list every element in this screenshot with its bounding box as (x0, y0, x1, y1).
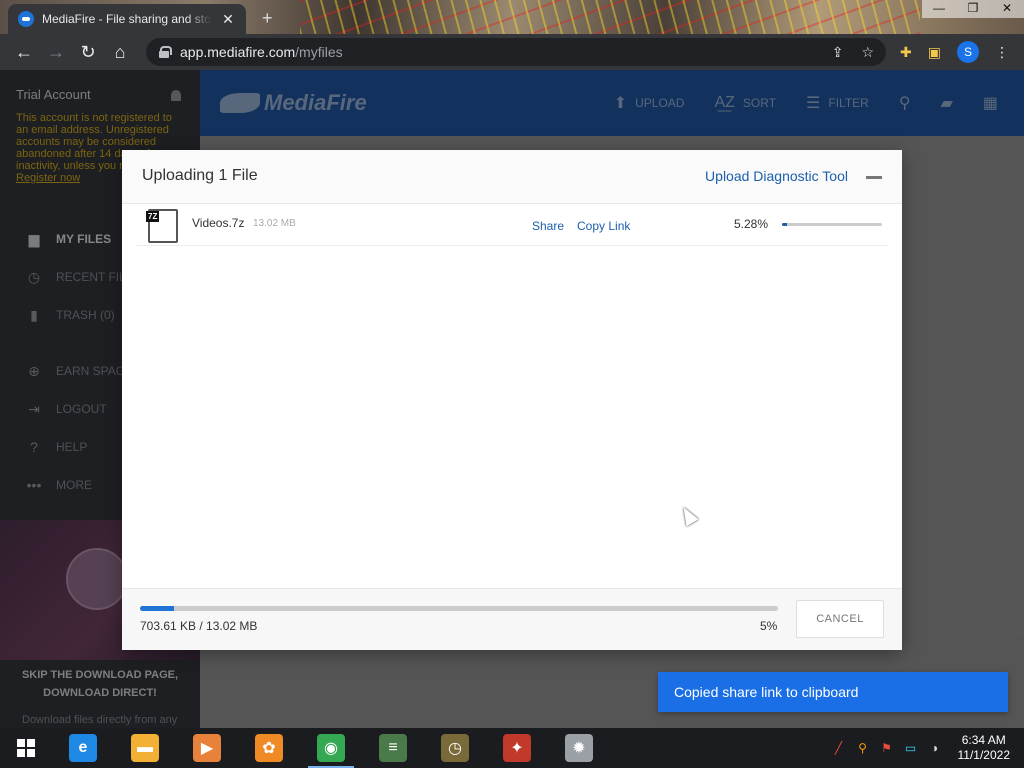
windows-taskbar: e ▬ ▶ ✿ ◉ ≡ ◷ ✦ ✹ ╱ ⚲ ⚑ ▭ ◑ 6:34 AM 11/1/2022 (0, 728, 1024, 768)
tab-title: MediaFire - File sharing and storage (42, 12, 212, 26)
taskbar-app-clock-app[interactable]: ◷ (424, 728, 486, 768)
archive-file-icon: 7Z (146, 209, 178, 243)
browser-tab[interactable]: MediaFire - File sharing and storage ✕ (8, 4, 246, 34)
file-progress-percent: 5.28% (734, 217, 769, 231)
monitor-icon[interactable]: ▭ (904, 741, 918, 755)
flag-icon[interactable]: ⚑ (880, 741, 894, 755)
taskbar-app-settings-app[interactable]: ✹ (548, 728, 610, 768)
maximize-button[interactable]: ❐ (956, 0, 990, 18)
file-size: 13.02 MB (253, 218, 296, 229)
file-progress-bar (782, 223, 882, 226)
browser-menu-icon[interactable]: ⋮ (995, 44, 1009, 61)
url-domain: app.mediafire.com (180, 44, 296, 60)
url-text[interactable]: app.mediafire.com/myfiles (180, 44, 343, 60)
total-progress-bar (140, 606, 778, 611)
clock-time: 6:34 AM (961, 733, 1006, 747)
chrome-icon: ◉ (317, 734, 345, 762)
clock-date: 11/1/2022 (957, 748, 1011, 762)
start-button[interactable] (0, 728, 52, 768)
taskbar-app-color-app[interactable]: ✦ (486, 728, 548, 768)
notepad-app-icon: ≡ (379, 734, 407, 762)
clock-app-icon: ◷ (441, 734, 469, 762)
taskbar-app-uc-browser[interactable]: ✿ (238, 728, 300, 768)
cancel-upload-button[interactable]: CANCEL (796, 600, 884, 638)
dialog-header: Uploading 1 File Upload Diagnostic Tool (122, 150, 902, 204)
settings-app-icon: ✹ (565, 734, 593, 762)
taskbar-clock[interactable]: 6:34 AM 11/1/2022 (958, 733, 1011, 763)
browser-tab-strip: MediaFire - File sharing and storage ✕ +… (0, 0, 1024, 34)
share-page-icon[interactable]: ⇪ (832, 44, 844, 61)
windows-logo-icon (17, 739, 35, 757)
total-progress-percent: 5% (760, 619, 778, 633)
media-player-icon: ▶ (193, 734, 221, 762)
home-icon[interactable]: ⌂ (104, 37, 136, 67)
profile-avatar[interactable]: S (956, 41, 979, 63)
reload-icon[interactable]: ↻ (72, 37, 104, 67)
side-panel-icon[interactable]: ▣ (928, 44, 941, 61)
color-app-icon: ✦ (503, 734, 531, 762)
back-icon[interactable]: ← (8, 37, 40, 67)
bookmark-star-icon[interactable]: ☆ (861, 44, 874, 61)
mediafire-favicon-icon (18, 11, 34, 27)
file-progress-fill (782, 223, 788, 226)
close-window-button[interactable]: ✕ (990, 0, 1024, 18)
mediafire-page: Trial Account This account is not regist… (0, 70, 1024, 728)
pen-icon[interactable]: ╱ (832, 741, 846, 755)
uc-browser-icon: ✿ (255, 734, 283, 762)
upload-file-row: 7Z Videos.7z 13.02 MB Share Copy Link 5.… (136, 204, 888, 246)
volume-icon[interactable]: ◑ (928, 741, 942, 755)
search-tray-icon[interactable]: ⚲ (856, 741, 870, 755)
forward-icon[interactable]: → (40, 37, 72, 67)
wallpaper-scribble (300, 0, 920, 34)
taskbar-apps: e ▬ ▶ ✿ ◉ ≡ ◷ ✦ ✹ (52, 728, 610, 768)
share-link[interactable]: Share (532, 219, 564, 233)
dialog-footer: 703.61 KB / 13.02 MB 5% CANCEL (122, 588, 902, 650)
taskbar-app-media-player[interactable]: ▶ (176, 728, 238, 768)
total-progress-fill (140, 606, 174, 611)
file-type-tag: 7Z (146, 211, 160, 222)
uploaded-bytes: 703.61 KB / 13.02 MB (140, 619, 258, 633)
file-explorer-icon: ▬ (131, 734, 159, 762)
browser-toolbar: ← → ↻ ⌂ app.mediafire.com/myfiles ⇪ ☆ ✚ … (0, 34, 1024, 70)
file-name: Videos.7z (192, 216, 245, 230)
dialog-title: Uploading 1 File (142, 167, 258, 184)
taskbar-app-internet-explorer[interactable]: e (52, 728, 114, 768)
new-tab-button[interactable]: + (262, 8, 273, 29)
address-bar[interactable]: app.mediafire.com/myfiles ⇪ ☆ (146, 38, 886, 66)
clipboard-toast: Copied share link to clipboard (658, 672, 1008, 712)
lock-icon[interactable] (158, 46, 172, 58)
upload-dialog: Uploading 1 File Upload Diagnostic Tool … (122, 150, 902, 650)
extensions-puzzle-icon[interactable]: ✚ (900, 44, 912, 61)
internet-explorer-icon: e (69, 734, 97, 762)
taskbar-app-chrome[interactable]: ◉ (300, 728, 362, 768)
taskbar-app-notepad-app[interactable]: ≡ (362, 728, 424, 768)
copy-link[interactable]: Copy Link (577, 219, 630, 233)
url-path: /myfiles (295, 44, 343, 60)
upload-diagnostic-link[interactable]: Upload Diagnostic Tool (705, 168, 848, 184)
minimize-button[interactable]: — (922, 0, 956, 18)
minimize-dialog-icon[interactable] (866, 176, 882, 179)
system-tray: ╱ ⚲ ⚑ ▭ ◑ 6:34 AM 11/1/2022 (832, 733, 1024, 763)
window-controls: — ❐ ✕ (922, 0, 1024, 18)
tab-close-icon[interactable]: ✕ (220, 11, 236, 28)
taskbar-app-file-explorer[interactable]: ▬ (114, 728, 176, 768)
